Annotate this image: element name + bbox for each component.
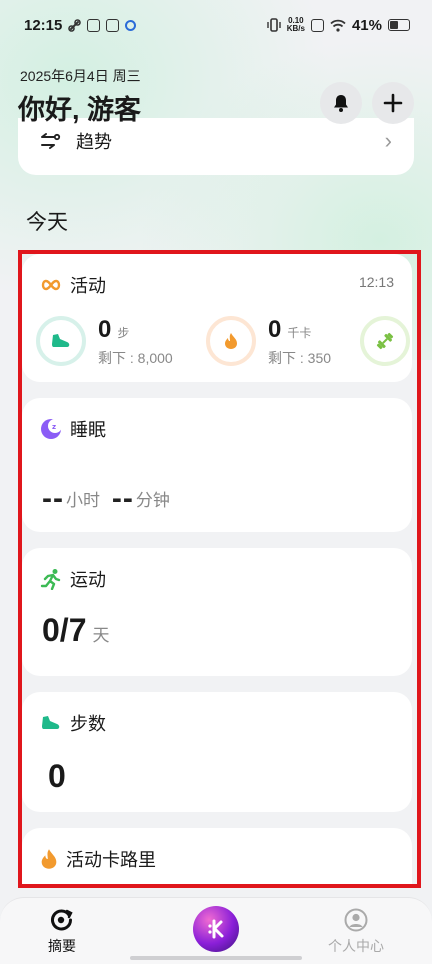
nav-summary-label: 摘要 [48, 938, 76, 954]
net-speed-unit: KB/s [286, 24, 305, 33]
dumbbell-icon [376, 332, 394, 350]
plus-icon [383, 93, 403, 113]
header: 2025年6月4日 周三 你好, 游客 [18, 60, 414, 130]
steps-card[interactable]: 步数 0 [22, 692, 412, 812]
today-title: 今天 [26, 211, 68, 234]
sleep-hours-unit: 小时 [65, 491, 100, 510]
exercise-title: 运动 [70, 570, 106, 590]
calories-ring [206, 316, 256, 366]
calories-unit: 千卡 [287, 326, 312, 340]
sleep-minutes-value: -- [111, 482, 134, 515]
user-icon [344, 908, 368, 932]
trend-icon [41, 132, 61, 149]
sparkle-logo-icon [208, 919, 224, 939]
moon-icon: z [41, 419, 62, 439]
sleep-card[interactable]: z 睡眠 -- 小时 -- 分钟 [22, 398, 412, 532]
wifi-icon [330, 19, 346, 32]
infinity-icon [41, 279, 61, 291]
status-time: 12:15 [24, 16, 63, 34]
steps-ring [36, 316, 86, 366]
status-right: 0.10 KB/s 41% [267, 17, 410, 34]
status-bar: 12:15 0.10 KB/s 41% [0, 0, 432, 50]
status-left: 12:15 [24, 16, 137, 34]
flame-icon [225, 333, 237, 349]
bell-icon [334, 95, 348, 112]
app-notification-icon [106, 18, 120, 32]
sleep-title: 睡眠 [70, 420, 106, 440]
sleep-minutes-unit: 分钟 [135, 491, 170, 510]
activity-card-title: 活动 [40, 272, 106, 298]
shoe-icon [52, 334, 70, 347]
exercise-days: 0/7 天 [42, 612, 109, 649]
steps-card-label: 步数 [70, 714, 106, 734]
sleep-card-title: z 睡眠 [40, 416, 106, 442]
greeting-title: 你好, 游客 [18, 95, 142, 125]
activity-title: 活动 [70, 276, 106, 296]
shoe-icon [42, 716, 60, 729]
activity-time: 12:13 [358, 274, 394, 290]
activity-card[interactable]: 活动 12:13 0步 剩下 : 8,000 0 千卡 剩下 : 350 [22, 254, 412, 382]
steps-remaining: 剩下 : 8,000 [98, 350, 173, 366]
exercise-unit: 天 [92, 626, 110, 645]
add-button[interactable] [372, 82, 414, 124]
calories-metric: 0 千卡 剩下 : 350 [268, 316, 331, 368]
exercise-card-title: 运动 [40, 566, 106, 592]
chevron-right-icon: › [384, 127, 392, 153]
sleep-duration: -- 小时 -- 分钟 [42, 482, 178, 516]
steps-value: 0 [98, 316, 112, 343]
header-date: 2025年6月4日 周三 [20, 68, 141, 84]
svg-text:z: z [52, 423, 56, 431]
steps-unit: 步 [117, 326, 130, 340]
nav-summary[interactable]: 摘要 [48, 908, 76, 956]
sim-off-icon [310, 18, 324, 32]
calories-value: 0 [268, 316, 282, 343]
net-speed: 0.10 KB/s [287, 17, 305, 33]
steps-card-title: 步数 [40, 710, 106, 736]
steps-card-value: 0 [48, 758, 66, 794]
center-app-button[interactable] [193, 906, 239, 952]
running-icon [40, 569, 61, 590]
notifications-button[interactable] [320, 82, 362, 124]
summary-icon [51, 909, 73, 931]
flame-icon [41, 849, 57, 869]
steps-metric: 0步 剩下 : 8,000 [98, 316, 173, 368]
calories-card[interactable]: 活动卡路里 [22, 828, 412, 884]
notification-box-icon [87, 18, 101, 32]
today-cards: 活动 12:13 0步 剩下 : 8,000 0 千卡 剩下 : 350 z 睡… [22, 254, 417, 884]
calories-card-title: 活动卡路里 [40, 846, 156, 872]
link-icon [68, 18, 82, 32]
exercise-card[interactable]: 运动 0/7 天 [22, 548, 412, 676]
vibrate-icon [267, 18, 281, 32]
bottom-nav: 摘要 个人中心 [0, 897, 432, 964]
sleep-hours-value: -- [42, 482, 64, 515]
exercise-ring [360, 316, 410, 366]
battery-icon [388, 19, 410, 31]
battery-percent: 41% [351, 16, 382, 34]
paw-notification-icon [125, 19, 137, 31]
nav-profile[interactable]: 个人中心 [328, 908, 384, 956]
exercise-value: 0/7 [42, 612, 87, 648]
home-indicator[interactable] [130, 956, 302, 960]
calories-card-label: 活动卡路里 [66, 850, 156, 870]
nav-profile-label: 个人中心 [328, 938, 384, 954]
trend-label: 趋势 [76, 131, 112, 152]
calories-remaining: 剩下 : 350 [268, 350, 332, 366]
